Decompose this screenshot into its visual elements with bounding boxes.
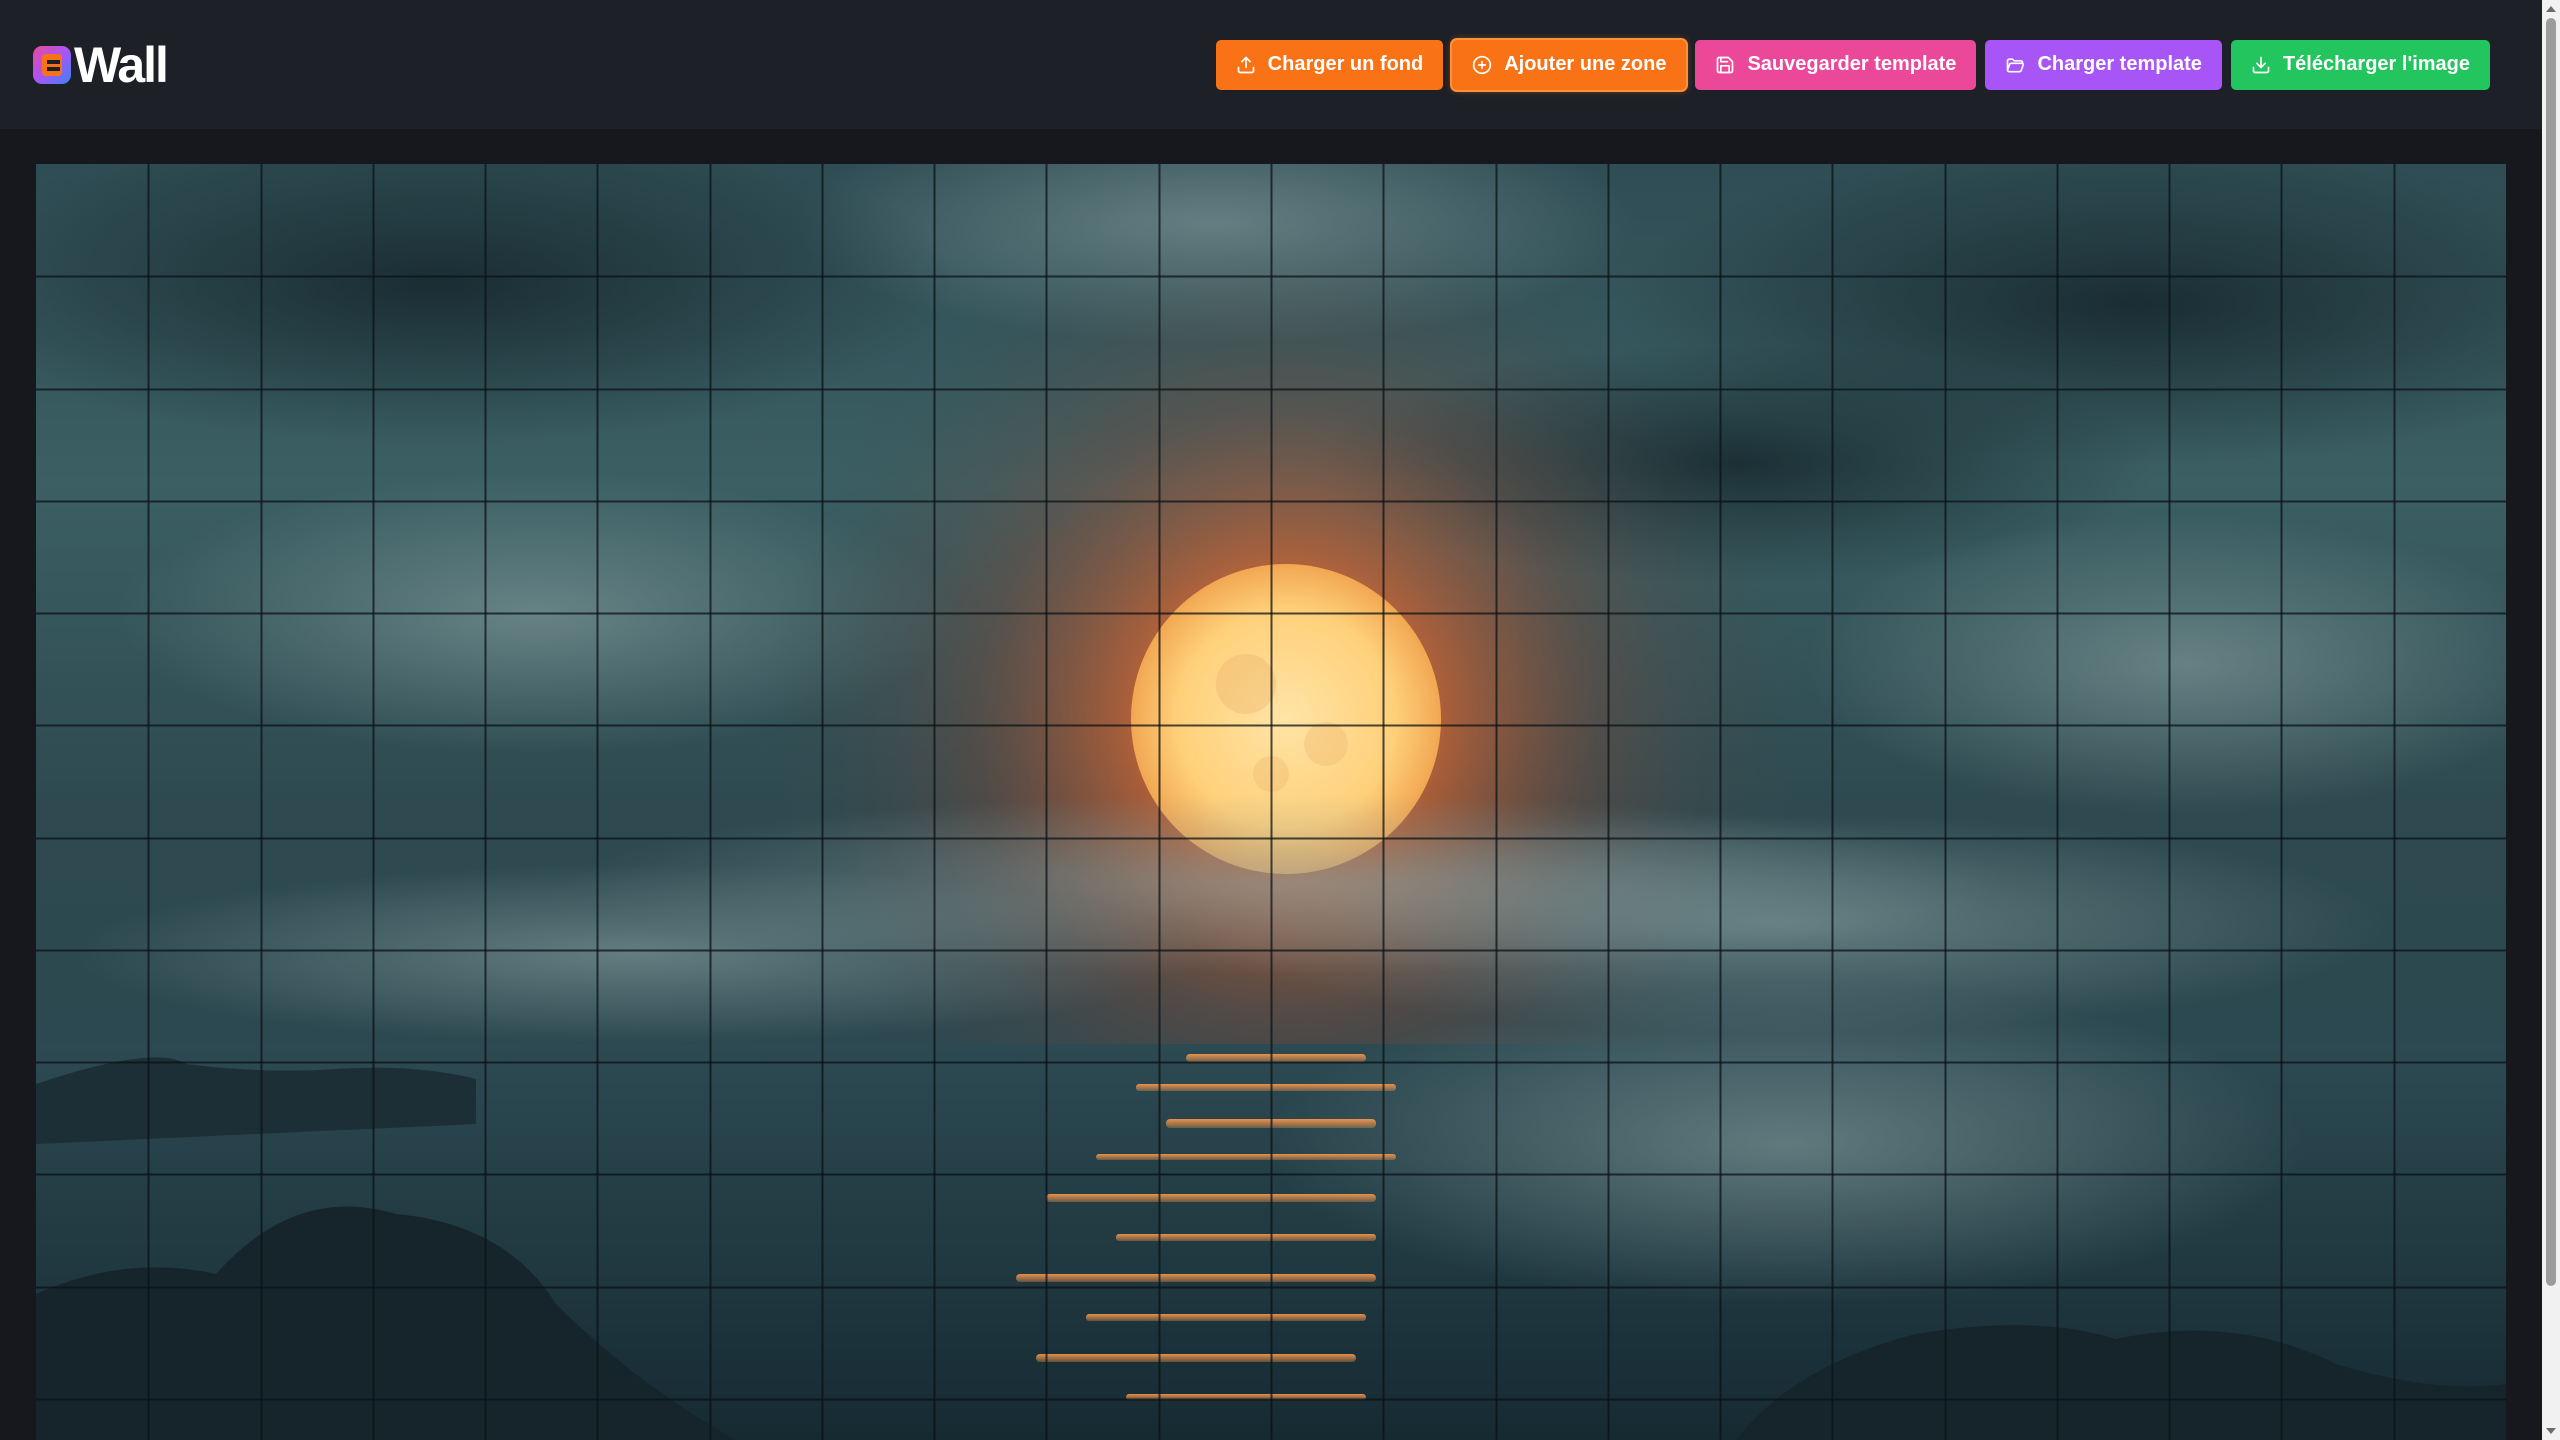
scroll-thumb[interactable]	[2546, 18, 2556, 1286]
app-root: Wall Charger un fond Ajouter une zone Sa…	[0, 0, 2560, 1440]
save-template-label: Sauvegarder template	[1747, 53, 1957, 75]
load-template-button[interactable]: Charger template	[1985, 39, 2222, 90]
download-icon	[2252, 56, 2270, 73]
logo[interactable]: Wall	[32, 36, 169, 93]
add-zone-button[interactable]: Ajouter une zone	[1452, 39, 1687, 90]
page-scrollbar[interactable]	[2542, 0, 2560, 1440]
save-icon	[1717, 56, 1734, 73]
add-zone-label: Ajouter une zone	[1504, 53, 1667, 75]
load-template-label: Charger template	[2037, 53, 2202, 75]
logo-icon	[33, 45, 71, 84]
download-image-label: Télécharger l'image	[2282, 53, 2470, 75]
upload-icon	[1237, 56, 1255, 73]
top-bar: Wall Charger un fond Ajouter une zone Sa…	[0, 0, 2542, 129]
folder-open-icon	[2007, 57, 2025, 72]
scroll-down-icon[interactable]	[2546, 1428, 2556, 1434]
scroll-up-icon[interactable]	[2546, 6, 2556, 12]
plus-circle-icon	[1473, 55, 1492, 74]
toolbar: Charger un fond Ajouter une zone Sauvega…	[1215, 39, 2490, 90]
editor-canvas[interactable]	[36, 164, 2506, 1440]
logo-text: Wall	[74, 36, 169, 93]
download-image-button[interactable]: Télécharger l'image	[2230, 39, 2490, 90]
load-background-label: Charger un fond	[1267, 53, 1424, 75]
load-background-button[interactable]: Charger un fond	[1215, 39, 1444, 90]
save-template-button[interactable]: Sauvegarder template	[1695, 39, 1977, 90]
background-image	[36, 164, 2506, 1440]
